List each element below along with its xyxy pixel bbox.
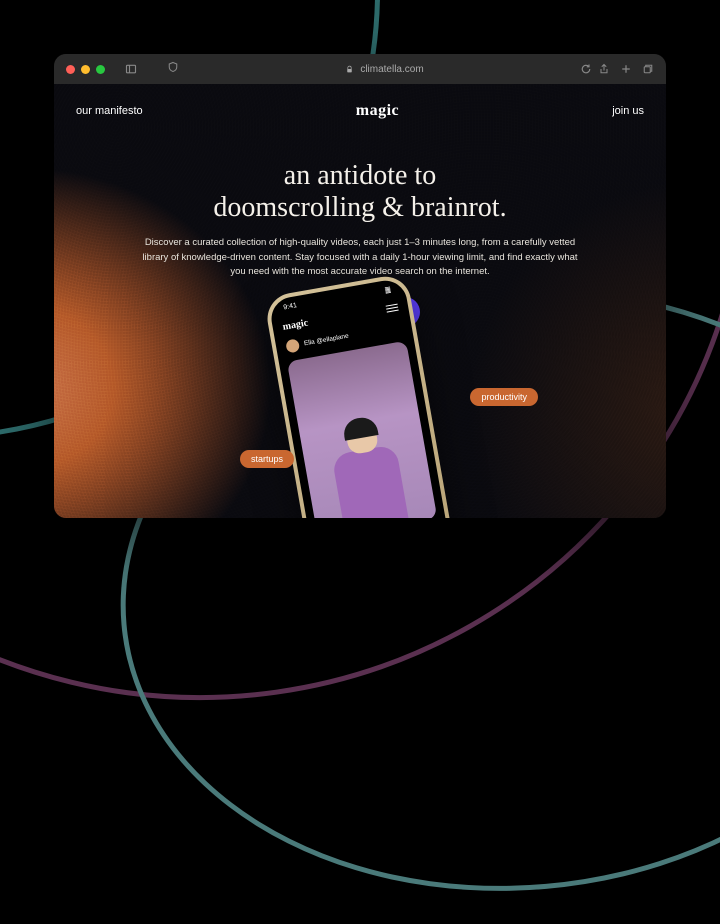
tag-startups[interactable]: startups [240,450,294,468]
close-window-icon[interactable] [66,65,75,74]
lock-icon [345,65,354,74]
video-thumbnail [287,341,437,518]
tag-productivity[interactable]: productivity [470,388,538,406]
page-content: our manifesto magic join us an antidote … [54,84,666,518]
battery-icon: ䷀ [384,285,392,294]
headline: an antidote to doomscrolling & brainrot. [104,160,616,224]
site-logo[interactable]: magic [356,102,399,120]
tabs-icon[interactable] [642,63,654,75]
maximize-window-icon[interactable] [96,65,105,74]
url-host: climatella.com [360,64,423,75]
menu-icon[interactable] [386,304,399,313]
traffic-lights[interactable] [66,65,105,74]
browser-chrome: climatella.com [54,54,666,84]
app-logo: magic [282,318,309,333]
manifesto-link[interactable]: our manifesto [76,105,143,117]
browser-window: climatella.com our manifesto magic join … [54,54,666,518]
join-us-link[interactable]: join us [612,105,644,117]
site-nav: our manifesto magic join us [54,102,666,120]
sidebar-icon[interactable] [125,63,137,75]
subheadline: Discover a curated collection of high-qu… [140,236,580,279]
address-bar[interactable]: climatella.com [205,64,564,75]
avatar [285,338,300,353]
share-icon[interactable] [598,63,610,75]
minimize-window-icon[interactable] [81,65,90,74]
shield-icon[interactable] [167,61,179,73]
new-tab-icon[interactable] [620,63,632,75]
refresh-icon[interactable] [580,63,592,75]
